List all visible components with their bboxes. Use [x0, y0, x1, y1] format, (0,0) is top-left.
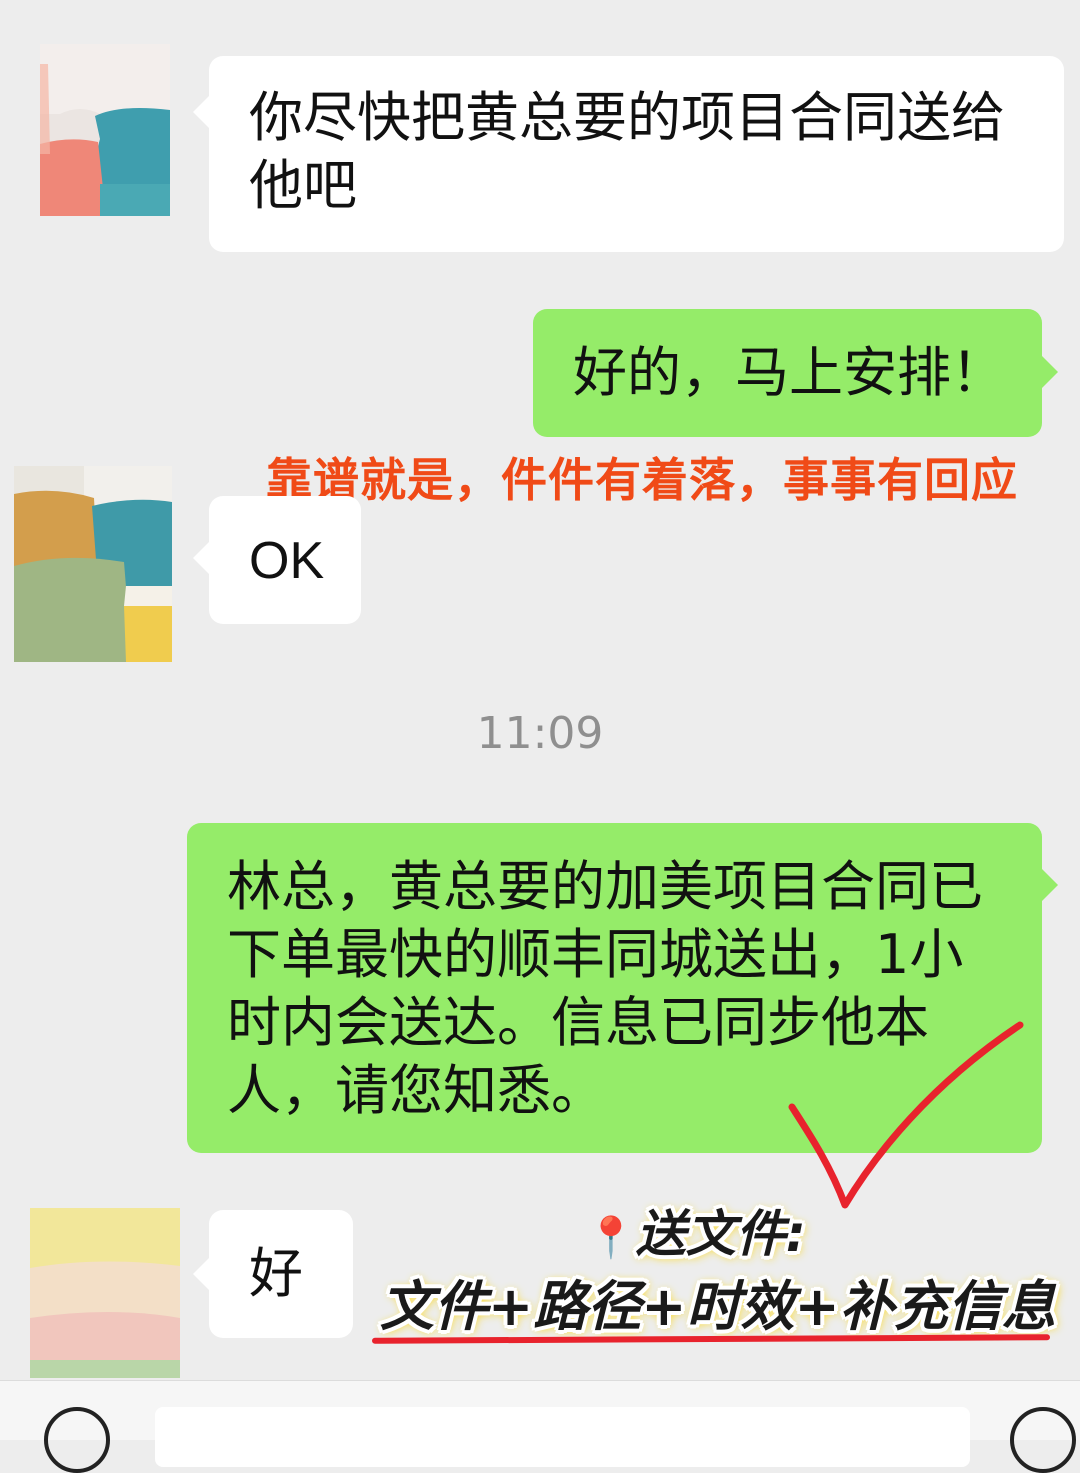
timestamp: 11:09 — [476, 708, 604, 759]
avatar[interactable] — [14, 466, 172, 662]
message-bubble-outgoing[interactable]: 好的，马上安排！ — [533, 309, 1042, 437]
bubble-tail — [1042, 356, 1058, 388]
message-text: OK — [249, 532, 325, 590]
tip-title: 📍送文件: — [586, 1194, 806, 1266]
avatar-painting — [14, 466, 172, 662]
tip-title-text: 送文件: — [635, 1205, 806, 1263]
emoji-button[interactable] — [1010, 1407, 1076, 1473]
bubble-tail — [193, 96, 209, 128]
bubble-tail — [193, 542, 209, 574]
message-bubble-incoming[interactable]: 你尽快把黄总要的项目合同送给他吧 — [209, 56, 1064, 252]
avatar-painting — [40, 44, 170, 216]
avatar[interactable] — [40, 44, 170, 216]
annotation-red-note: 靠谱就是，件件有着落，事事有回应 — [266, 453, 1018, 507]
bubble-tail — [193, 1258, 209, 1290]
check-mark-icon — [788, 1021, 1024, 1209]
message-text: 好 — [249, 1242, 303, 1305]
voice-button[interactable] — [44, 1407, 110, 1473]
avatar-painting — [30, 1208, 180, 1378]
bubble-tail — [1042, 869, 1058, 901]
input-bar — [0, 1380, 1080, 1473]
message-text: 好的，马上安排！ — [573, 341, 1005, 404]
map-pin-icon: 📍 — [586, 1215, 636, 1261]
message-input[interactable] — [155, 1407, 970, 1467]
message-text: 你尽快把黄总要的项目合同送给他吧 — [249, 86, 1005, 217]
avatar[interactable] — [30, 1208, 180, 1378]
message-bubble-incoming[interactable]: OK — [209, 496, 361, 624]
message-bubble-incoming[interactable]: 好 — [209, 1210, 353, 1338]
tip-formula: 文件+路径+时效+补充信息 — [380, 1275, 1056, 1338]
